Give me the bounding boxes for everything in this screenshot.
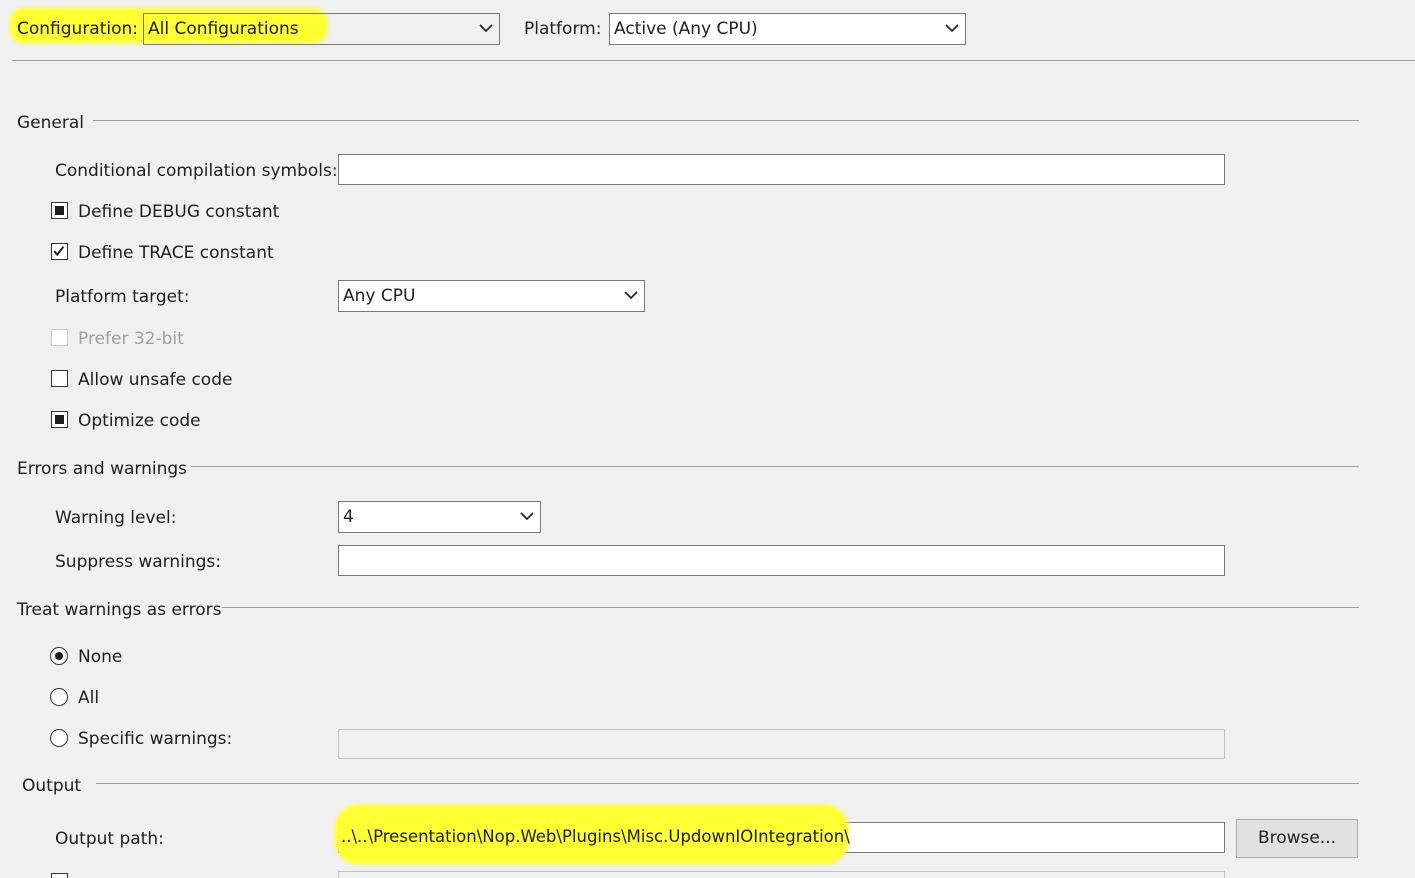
- chevron-down-icon: [479, 24, 493, 33]
- optimize-code-label: Optimize code: [78, 411, 201, 431]
- checkmark-icon: [53, 246, 65, 257]
- radio-specific-label: Specific warnings:: [78, 729, 233, 749]
- configuration-label: Configuration:: [17, 19, 139, 39]
- section-divider-errors: [191, 466, 1359, 467]
- output-path-value: ..\..\Presentation\Nop.Web\Plugins\Misc.…: [341, 827, 850, 846]
- configuration-select[interactable]: All Configurations: [143, 13, 500, 45]
- section-heading-errors: Errors and warnings: [17, 459, 188, 479]
- radio-all-label: All: [78, 688, 100, 708]
- suppress-warnings-label: Suppress warnings:: [55, 552, 221, 572]
- radio-none[interactable]: [50, 647, 68, 665]
- radio-all[interactable]: [50, 688, 68, 706]
- radio-specific[interactable]: [50, 729, 68, 747]
- define-debug-label: Define DEBUG constant: [78, 202, 280, 222]
- platform-target-select[interactable]: Any CPU: [338, 280, 645, 312]
- section-divider-treat-warnings: [222, 607, 1359, 608]
- configuration-value: All Configurations: [148, 19, 299, 39]
- output-path-label: Output path:: [55, 829, 164, 849]
- optimize-code-checkbox[interactable]: [51, 411, 68, 428]
- platform-label: Platform:: [524, 19, 602, 39]
- chevron-down-icon: [945, 24, 959, 33]
- conditional-symbols-label: Conditional compilation symbols:: [55, 161, 338, 181]
- header-divider: [12, 60, 1415, 61]
- platform-select[interactable]: Active (Any CPU): [609, 13, 966, 45]
- prefer-32bit-label: Prefer 32-bit: [78, 329, 184, 349]
- radio-none-label: None: [78, 647, 123, 667]
- allow-unsafe-label: Allow unsafe code: [78, 370, 233, 390]
- radio-selected-dot-icon: [55, 652, 63, 660]
- platform-target-value: Any CPU: [343, 286, 416, 306]
- platform-value: Active (Any CPU): [614, 19, 758, 39]
- section-heading-treat-warnings: Treat warnings as errors: [17, 600, 222, 620]
- browse-button[interactable]: Browse...: [1236, 819, 1358, 858]
- chevron-down-icon: [520, 512, 534, 521]
- warning-level-value: 4: [343, 507, 354, 527]
- section-divider-general: [93, 120, 1359, 121]
- prefer-32bit-checkbox[interactable]: [51, 329, 68, 346]
- chevron-down-icon: [624, 291, 638, 300]
- allow-unsafe-checkbox[interactable]: [51, 370, 68, 387]
- specific-warnings-input[interactable]: [338, 729, 1225, 759]
- section-heading-general: General: [17, 113, 84, 133]
- warning-level-label: Warning level:: [55, 508, 177, 528]
- next-row-input[interactable]: [338, 871, 1225, 878]
- section-heading-output: Output: [22, 776, 82, 796]
- platform-target-label: Platform target:: [55, 287, 190, 307]
- define-trace-label: Define TRACE constant: [78, 243, 274, 263]
- output-path-input[interactable]: ..\..\Presentation\Nop.Web\Plugins\Misc.…: [335, 805, 1225, 865]
- suppress-warnings-input[interactable]: [338, 545, 1225, 576]
- next-row-checkbox[interactable]: [51, 873, 68, 878]
- define-trace-checkbox[interactable]: [51, 243, 68, 260]
- conditional-symbols-input[interactable]: [338, 154, 1225, 185]
- define-debug-checkbox[interactable]: [51, 202, 68, 219]
- warning-level-select[interactable]: 4: [338, 501, 541, 533]
- section-divider-output: [96, 783, 1359, 784]
- indeterminate-mark-icon: [55, 206, 64, 215]
- indeterminate-mark-icon: [55, 415, 64, 424]
